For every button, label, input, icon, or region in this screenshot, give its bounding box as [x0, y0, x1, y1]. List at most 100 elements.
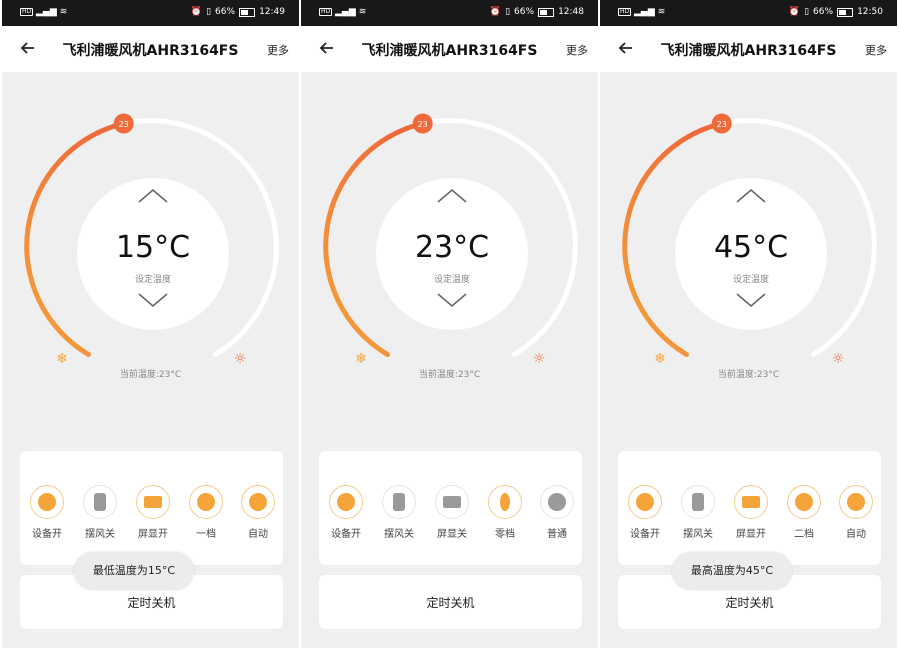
signal-icons: HD ▂▄▆ ≋	[618, 7, 665, 17]
vibrate-icon: ▯	[505, 7, 511, 17]
arc-handle[interactable]: 23	[113, 113, 134, 134]
increase-temp-icon[interactable]	[733, 186, 769, 206]
temperature-dial[interactable]: 23 ❄ ☼ 23°C 设定温度	[301, 72, 598, 402]
snowflake-icon: ❄	[654, 351, 666, 367]
page-title: 飞利浦暖风机AHR3164FS	[62, 43, 239, 59]
control-swing[interactable]: 摆风关	[673, 485, 723, 540]
hd-icon: HD	[618, 8, 631, 16]
battery-percent: 66%	[514, 7, 535, 17]
current-temperature: 当前温度:23°C	[717, 370, 780, 380]
controls-card: 设备开 摆风关 屏显开 一档 自动	[20, 451, 283, 565]
decrease-temp-icon[interactable]	[135, 290, 171, 310]
handle-value: 23	[418, 120, 428, 129]
clock: 12:50	[857, 7, 883, 17]
phone-screen-2: HD ▂▄▆ ≋ ⏰ ▯ 66% 12:48 飞利浦暖风机AHR3164FS 更…	[301, 0, 598, 648]
display-icon	[734, 485, 768, 519]
wifi-icon: ≋	[657, 7, 666, 17]
app-header: 飞利浦暖风机AHR3164FS 更多	[301, 26, 598, 72]
display-icon	[435, 485, 469, 519]
control-display[interactable]: 屏显关	[427, 485, 477, 540]
decrease-temp-icon[interactable]	[733, 290, 769, 310]
control-fan-level[interactable]: 二档	[779, 485, 829, 540]
current-temperature: 当前温度:23°C	[119, 370, 182, 380]
status-right: ⏰ ▯ 66% 12:48	[490, 7, 584, 17]
battery-percent: 66%	[215, 7, 236, 17]
temperature-dial[interactable]: 23 ❄ ☼ 45°C 设定温度	[600, 72, 897, 402]
temperature-center: 23°C 设定温度	[376, 178, 528, 330]
control-mode[interactable]: 自动	[233, 485, 283, 540]
set-temperature-label: 设定温度	[433, 275, 470, 285]
timer-off-label: 定时关机	[725, 596, 774, 610]
battery-percent: 66%	[813, 7, 834, 17]
alarm-icon: ⏰	[489, 7, 502, 17]
control-mode[interactable]: 普通	[532, 485, 582, 540]
vibrate-icon: ▯	[206, 7, 212, 17]
set-temperature-label: 设定温度	[732, 275, 769, 285]
hd-icon: HD	[319, 8, 332, 16]
status-right: ⏰ ▯ 66% 12:49	[191, 7, 285, 17]
temperature-center: 15°C 设定温度	[77, 178, 229, 330]
control-power[interactable]: 设备开	[321, 485, 371, 540]
power-icon	[628, 485, 662, 519]
alarm-icon: ⏰	[190, 7, 203, 17]
swing-icon	[382, 485, 416, 519]
phone-screen-1: HD ▂▄▆ ≋ ⏰ ▯ 66% 12:49 飞利浦暖风机AHR3164FS 更…	[2, 0, 299, 648]
app-header: 飞利浦暖风机AHR3164FS 更多	[600, 26, 897, 72]
control-mode[interactable]: 自动	[831, 485, 881, 540]
clock: 12:48	[558, 7, 584, 17]
status-bar: HD ▂▄▆ ≋ ⏰ ▯ 66% 12:48	[301, 0, 598, 26]
control-fan-level[interactable]: 零档	[480, 485, 530, 540]
sun-icon: ☼	[832, 351, 845, 367]
controls-card: 设备开 摆风关 屏显开 二档 自动	[618, 451, 881, 565]
toast-message: 最低温度为15°C	[74, 552, 194, 590]
normal-mode-icon	[540, 485, 574, 519]
control-swing[interactable]: 摆风关	[75, 485, 125, 540]
battery-icon	[538, 7, 555, 17]
app-header: 飞利浦暖风机AHR3164FS 更多	[2, 26, 299, 72]
decrease-temp-icon[interactable]	[434, 290, 470, 310]
wifi-icon: ≋	[358, 7, 367, 17]
more-button[interactable]: 更多	[865, 42, 887, 58]
auto-mode-icon	[839, 485, 873, 519]
sun-icon: ☼	[533, 351, 546, 367]
control-fan-level[interactable]: 一档	[181, 485, 231, 540]
signal-icons: HD ▂▄▆ ≋	[319, 7, 366, 17]
clock: 12:49	[259, 7, 285, 17]
temperature-center: 45°C 设定温度	[675, 178, 827, 330]
hd-icon: HD	[20, 8, 33, 16]
page-title: 飞利浦暖风机AHR3164FS	[361, 43, 538, 59]
set-temperature-label: 设定温度	[134, 275, 171, 285]
timer-off-label: 定时关机	[127, 596, 176, 610]
power-icon	[329, 485, 363, 519]
controls-card: 设备开 摆风关 屏显关 零档 普通	[319, 451, 582, 565]
control-power[interactable]: 设备开	[22, 485, 72, 540]
increase-temp-icon[interactable]	[434, 186, 470, 206]
phone-screen-3: HD ▂▄▆ ≋ ⏰ ▯ 66% 12:50 飞利浦暖风机AHR3164FS 更…	[600, 0, 897, 648]
display-icon	[136, 485, 170, 519]
screenshot-collage: HD ▂▄▆ ≋ ⏰ ▯ 66% 12:49 飞利浦暖风机AHR3164FS 更…	[0, 0, 900, 648]
snowflake-icon: ❄	[56, 351, 68, 367]
control-display[interactable]: 屏显开	[128, 485, 178, 540]
timer-off-card[interactable]: 定时关机	[319, 575, 582, 629]
status-bar: HD ▂▄▆ ≋ ⏰ ▯ 66% 12:50	[600, 0, 897, 26]
more-button[interactable]: 更多	[566, 42, 588, 58]
set-temperature-value: 23°C	[414, 230, 490, 265]
battery-icon	[837, 7, 854, 17]
temperature-dial[interactable]: 23 ❄ ☼ 15°C 设定温度	[2, 72, 299, 402]
vibrate-icon: ▯	[804, 7, 810, 17]
signal-icon: ▂▄▆	[36, 7, 57, 17]
more-button[interactable]: 更多	[267, 42, 289, 58]
arc-handle[interactable]: 23	[711, 113, 732, 134]
signal-icon: ▂▄▆	[634, 7, 655, 17]
signal-icon: ▂▄▆	[335, 7, 356, 17]
control-swing[interactable]: 摆风关	[374, 485, 424, 540]
toast-message: 最高温度为45°C	[672, 552, 792, 590]
set-temperature-value: 15°C	[115, 230, 191, 265]
increase-temp-icon[interactable]	[135, 186, 171, 206]
control-display[interactable]: 屏显开	[726, 485, 776, 540]
control-power[interactable]: 设备开	[620, 485, 670, 540]
sun-icon: ☼	[234, 351, 247, 367]
status-bar: HD ▂▄▆ ≋ ⏰ ▯ 66% 12:49	[2, 0, 299, 26]
wifi-icon: ≋	[59, 7, 68, 17]
arc-handle[interactable]: 23	[412, 113, 433, 134]
